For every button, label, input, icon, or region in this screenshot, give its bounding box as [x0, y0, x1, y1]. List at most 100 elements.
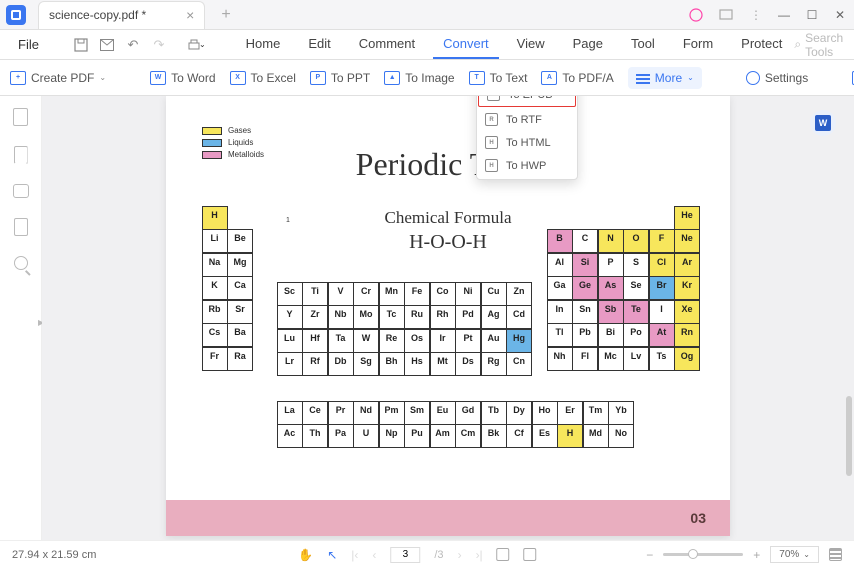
element-cell: Be	[227, 229, 253, 253]
attachments-icon[interactable]	[14, 218, 28, 236]
element-cell: Md	[583, 424, 609, 448]
tab-title: science-copy.pdf *	[49, 8, 146, 22]
element-cell: Bi	[598, 323, 624, 347]
create-pdf-label: Create PDF	[31, 71, 94, 85]
comments-icon[interactable]	[13, 184, 29, 198]
element-cell: Mn	[379, 282, 405, 306]
to-pdfa-button[interactable]: ATo PDF/A	[541, 71, 613, 85]
document-tab[interactable]: science-copy.pdf * ×	[38, 1, 205, 29]
element-cell: Bk	[481, 424, 507, 448]
element-cell: C	[572, 229, 598, 253]
element-cell: Re	[379, 329, 405, 353]
element-cell: Rn	[674, 323, 700, 347]
to-text-button[interactable]: TTo Text	[469, 71, 528, 85]
close-window-button[interactable]: ✕	[826, 0, 854, 30]
undo-icon[interactable]: ↶	[125, 37, 141, 53]
redo-icon[interactable]: ↷	[151, 37, 167, 53]
kebab-icon[interactable]: ⋮	[748, 7, 764, 23]
element-cell: Tc	[379, 305, 405, 329]
page-title: Periodic Table	[166, 146, 730, 183]
element-cell: Ar	[674, 253, 700, 277]
element-cell: Rh	[430, 305, 456, 329]
fit-page-icon[interactable]	[524, 548, 537, 561]
zoom-in-icon[interactable]: +	[753, 548, 760, 562]
search-icon: ⌕	[794, 37, 801, 52]
element-cell: Ba	[227, 323, 253, 347]
chevron-down-icon: ⌄	[687, 73, 694, 82]
convert-toolbar: + Create PDF ⌄ WTo Word XTo Excel PTo PP…	[0, 60, 854, 96]
first-page-icon[interactable]: |‹	[351, 548, 358, 562]
cloud-icon[interactable]	[688, 7, 704, 23]
select-tool-icon[interactable]: ↖	[327, 548, 337, 562]
prev-page-icon[interactable]: ‹	[372, 548, 376, 562]
document-canvas[interactable]: GasesLiquidsMetalloids Periodic Table 1 …	[42, 96, 854, 540]
zoom-slider[interactable]	[663, 553, 743, 556]
element-cell: Pm	[379, 401, 405, 425]
to-excel-button[interactable]: XTo Excel	[230, 71, 296, 85]
element-cell: Ts	[649, 347, 675, 371]
element-cell: H	[202, 206, 228, 230]
dropdown-item-to-epub[interactable]: ETo EPUB	[478, 96, 576, 107]
element-cell: Nh	[547, 347, 573, 371]
sidebar-search-icon[interactable]	[14, 256, 28, 270]
present-icon[interactable]	[718, 7, 734, 23]
chevron-down-icon: ⌄	[99, 73, 106, 82]
add-tab-button[interactable]: +	[215, 6, 236, 24]
menu-tab-page[interactable]: Page	[563, 30, 613, 59]
hand-tool-icon[interactable]: ✋	[298, 548, 313, 562]
element-cell: Fe	[404, 282, 430, 306]
element-cell: Bh	[379, 352, 405, 376]
menu-tab-convert[interactable]: Convert	[433, 30, 499, 59]
element-cell: Si	[572, 253, 598, 277]
menu-tab-edit[interactable]: Edit	[298, 30, 340, 59]
more-button[interactable]: More⌄	[628, 67, 702, 89]
element-cell: Mc	[598, 347, 624, 371]
print-chevron-icon[interactable]: ⌄	[199, 37, 206, 53]
next-page-icon[interactable]: ›	[458, 548, 462, 562]
dropdown-item-to-rtf[interactable]: RTo RTF	[477, 108, 577, 131]
element-cell: Ca	[227, 276, 253, 300]
element-cell: Dy	[506, 401, 532, 425]
menu-bar: File ↶ ↷ ⌄ HomeEdit Comment Convert View Pag…	[0, 30, 854, 60]
menu-tab-home[interactable]: Home	[236, 30, 291, 59]
menu-tab-view[interactable]: View	[507, 30, 555, 59]
dropdown-item-to-html[interactable]: HTo HTML	[477, 131, 577, 154]
to-image-button[interactable]: ▲To Image	[384, 71, 454, 85]
bookmarks-icon[interactable]	[14, 146, 28, 164]
mail-icon[interactable]	[99, 37, 115, 53]
close-tab-icon[interactable]: ×	[186, 7, 194, 23]
view-mode-icon[interactable]	[829, 548, 842, 561]
create-pdf-button[interactable]: + Create PDF ⌄	[10, 71, 106, 85]
element-cell: Tb	[481, 401, 507, 425]
page-number-input[interactable]	[390, 547, 420, 563]
ppt-icon: P	[310, 71, 326, 85]
last-page-icon[interactable]: ›|	[476, 548, 483, 562]
save-icon[interactable]	[73, 37, 89, 53]
menu-tab-protect[interactable]: Protect	[731, 30, 792, 59]
search-tools[interactable]: ⌕ Search Tools	[794, 31, 851, 59]
menu-tab-tool[interactable]: Tool	[621, 30, 665, 59]
element-cell: Mg	[227, 253, 253, 277]
minimize-button[interactable]: —	[770, 0, 798, 30]
dropdown-item-to-hwp[interactable]: HTo HWP	[477, 154, 577, 177]
zoom-out-icon[interactable]: −	[646, 548, 653, 562]
file-menu[interactable]: File	[8, 37, 49, 52]
element-cell: F	[649, 229, 675, 253]
menu-tab-comment[interactable]: Comment	[349, 30, 425, 59]
zoom-value[interactable]: 70%⌄	[770, 546, 819, 563]
thumbnails-icon[interactable]	[13, 108, 28, 126]
element-cell: Rb	[202, 300, 228, 324]
word-export-badge[interactable]: W	[810, 110, 836, 136]
menu-tab-form[interactable]: Form	[673, 30, 723, 59]
dropdown-label: To HWP	[506, 160, 546, 172]
element-cell: S	[623, 253, 649, 277]
fit-width-icon[interactable]	[497, 548, 510, 561]
settings-button[interactable]: Settings	[746, 71, 808, 85]
maximize-button[interactable]: ☐	[798, 0, 826, 30]
element-cell: Ne	[674, 229, 700, 253]
vertical-scrollbar[interactable]	[846, 396, 852, 476]
to-ppt-button[interactable]: PTo PPT	[310, 71, 370, 85]
legend-swatch	[202, 127, 222, 135]
content-area: ▶ GasesLiquidsMetalloids Periodic Table …	[0, 96, 854, 540]
to-word-button[interactable]: WTo Word	[150, 71, 215, 85]
